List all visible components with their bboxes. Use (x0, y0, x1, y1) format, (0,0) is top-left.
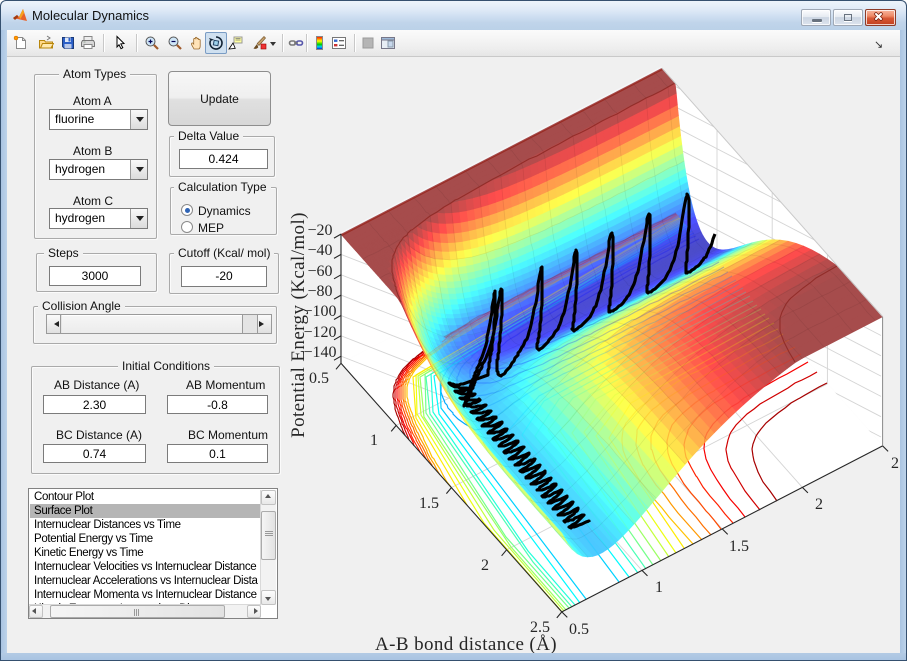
svg-text:1.5: 1.5 (729, 538, 749, 555)
svg-text:−60: −60 (307, 263, 332, 280)
svg-text:−80: −80 (307, 283, 332, 300)
svg-text:1: 1 (370, 432, 378, 449)
svg-text:2: 2 (481, 557, 489, 574)
svg-text:2: 2 (815, 496, 823, 513)
svg-text:1: 1 (655, 579, 663, 596)
svg-text:0.5: 0.5 (309, 370, 329, 387)
svg-text:−40: −40 (307, 242, 332, 259)
svg-text:1.5: 1.5 (419, 495, 439, 512)
svg-text:A-B bond distance (Å): A-B bond distance (Å) (375, 634, 557, 655)
svg-text:−20: −20 (307, 222, 332, 239)
svg-text:Potential Energy (Kcal/mol): Potential Energy (Kcal/mol) (288, 212, 309, 438)
svg-text:0.5: 0.5 (569, 621, 589, 638)
